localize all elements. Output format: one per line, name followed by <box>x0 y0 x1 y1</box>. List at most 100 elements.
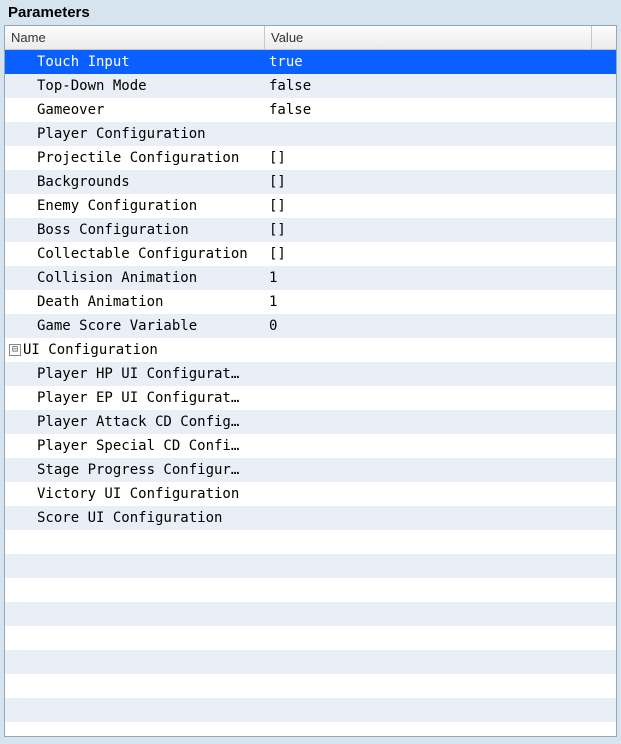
row-name-text: Collectable Configuration <box>37 242 248 266</box>
row-name-text: Player Configuration <box>37 122 206 146</box>
table-row[interactable]: Victory UI Configuration <box>5 482 616 506</box>
table-row[interactable]: Boss Configuration [] <box>5 218 616 242</box>
cell-value <box>265 650 616 674</box>
cell-name <box>5 578 265 602</box>
cell-value[interactable] <box>265 458 616 482</box>
table-row[interactable]: Gameover false <box>5 98 616 122</box>
cell-value[interactable]: false <box>265 74 616 98</box>
table-row[interactable]: Death Animation 1 <box>5 290 616 314</box>
cell-value[interactable] <box>265 410 616 434</box>
cell-value[interactable] <box>265 362 616 386</box>
cell-value[interactable]: [] <box>265 146 616 170</box>
cell-value[interactable]: false <box>265 98 616 122</box>
cell-value <box>265 674 616 698</box>
row-name-text: Touch Input <box>37 50 130 74</box>
cell-name[interactable]: Top-Down Mode <box>5 74 265 98</box>
row-name-text: Backgrounds <box>37 170 130 194</box>
cell-name[interactable]: Projectile Configuration <box>5 146 265 170</box>
row-name-text: Boss Configuration <box>37 218 189 242</box>
table-row-empty <box>5 530 616 554</box>
row-name-text: Collision Animation <box>37 266 197 290</box>
row-name-text: Player Special CD Confi… <box>37 434 239 458</box>
table-row[interactable]: ⊟UI Configuration <box>5 338 616 362</box>
cell-name[interactable]: Boss Configuration <box>5 218 265 242</box>
cell-value[interactable] <box>265 506 616 530</box>
cell-name <box>5 650 265 674</box>
table-row[interactable]: Game Score Variable0 <box>5 314 616 338</box>
column-header-value[interactable]: Value <box>265 26 592 49</box>
table-row[interactable]: Player Configuration <box>5 122 616 146</box>
table-row-empty <box>5 698 616 722</box>
table-row[interactable]: Player Attack CD Config… <box>5 410 616 434</box>
cell-value[interactable]: 1 <box>265 290 616 314</box>
cell-name[interactable]: Death Animation <box>5 290 265 314</box>
cell-name[interactable]: Score UI Configuration <box>5 506 265 530</box>
cell-name[interactable]: Gameover <box>5 98 265 122</box>
cell-name[interactable]: Player Attack CD Config… <box>5 410 265 434</box>
cell-name[interactable]: Player HP UI Configurat… <box>5 362 265 386</box>
table-row[interactable]: Collision Animation 1 <box>5 266 616 290</box>
table-row[interactable]: Projectile Configuration [] <box>5 146 616 170</box>
row-name-text: Top-Down Mode <box>37 74 147 98</box>
cell-name <box>5 554 265 578</box>
cell-value[interactable] <box>265 122 616 146</box>
table-row[interactable]: Player HP UI Configurat… <box>5 362 616 386</box>
parameters-panel: Parameters Name Value Touch InputtrueTop… <box>0 0 621 744</box>
table-header: Name Value <box>5 26 616 50</box>
cell-name[interactable]: Stage Progress Configur… <box>5 458 265 482</box>
cell-name[interactable]: Game Score Variable <box>5 314 265 338</box>
cell-value[interactable] <box>265 482 616 506</box>
table-row-empty <box>5 554 616 578</box>
cell-name <box>5 530 265 554</box>
cell-name[interactable]: Player Special CD Confi… <box>5 434 265 458</box>
cell-value <box>265 578 616 602</box>
row-name-text: Score UI Configuration <box>37 506 222 530</box>
table-row[interactable]: Stage Progress Configur… <box>5 458 616 482</box>
cell-name <box>5 626 265 650</box>
collapse-icon[interactable]: ⊟ <box>9 344 21 356</box>
cell-name[interactable]: Backgrounds <box>5 170 265 194</box>
table-row[interactable]: Touch Input true <box>5 50 616 74</box>
cell-value[interactable]: [] <box>265 242 616 266</box>
table-row[interactable]: Player Special CD Confi… <box>5 434 616 458</box>
row-name-text: Projectile Configuration <box>37 146 239 170</box>
cell-name[interactable]: Player Configuration <box>5 122 265 146</box>
cell-value[interactable]: [] <box>265 170 616 194</box>
table-row[interactable]: Score UI Configuration <box>5 506 616 530</box>
cell-value[interactable] <box>265 338 616 362</box>
row-name-text: Gameover <box>37 98 104 122</box>
cell-value <box>265 602 616 626</box>
cell-value[interactable]: [] <box>265 194 616 218</box>
cell-name[interactable]: Player EP UI Configurat… <box>5 386 265 410</box>
table-row[interactable]: Player EP UI Configurat… <box>5 386 616 410</box>
cell-value <box>265 698 616 722</box>
cell-name[interactable]: Enemy Configuration <box>5 194 265 218</box>
column-header-name[interactable]: Name <box>5 26 265 49</box>
row-name-text: Player HP UI Configurat… <box>37 362 239 386</box>
table-row[interactable]: Collectable Configuration [] <box>5 242 616 266</box>
cell-value[interactable]: 1 <box>265 266 616 290</box>
cell-name[interactable]: Collectable Configuration <box>5 242 265 266</box>
cell-name[interactable]: Collision Animation <box>5 266 265 290</box>
row-name-text: Player Attack CD Config… <box>37 410 239 434</box>
cell-name[interactable]: ⊟UI Configuration <box>5 338 265 362</box>
cell-value[interactable]: [] <box>265 218 616 242</box>
cell-value <box>265 554 616 578</box>
panel-title: Parameters <box>4 2 617 25</box>
cell-name <box>5 698 265 722</box>
cell-value[interactable] <box>265 434 616 458</box>
table-row[interactable]: Top-Down Mode false <box>5 74 616 98</box>
cell-value[interactable] <box>265 386 616 410</box>
column-header-spacer <box>592 26 616 49</box>
table-row-empty <box>5 650 616 674</box>
row-name-text: Death Animation <box>37 290 163 314</box>
cell-value[interactable]: true <box>265 50 616 74</box>
cell-name[interactable]: Touch Input <box>5 50 265 74</box>
table-row[interactable]: Backgrounds [] <box>5 170 616 194</box>
cell-name[interactable]: Victory UI Configuration <box>5 482 265 506</box>
cell-value[interactable]: 0 <box>265 314 616 338</box>
table-body: Touch InputtrueTop-Down ModefalseGameove… <box>5 50 616 736</box>
row-name-text: Player EP UI Configurat… <box>37 386 239 410</box>
table-row[interactable]: Enemy Configuration[] <box>5 194 616 218</box>
cell-name <box>5 674 265 698</box>
